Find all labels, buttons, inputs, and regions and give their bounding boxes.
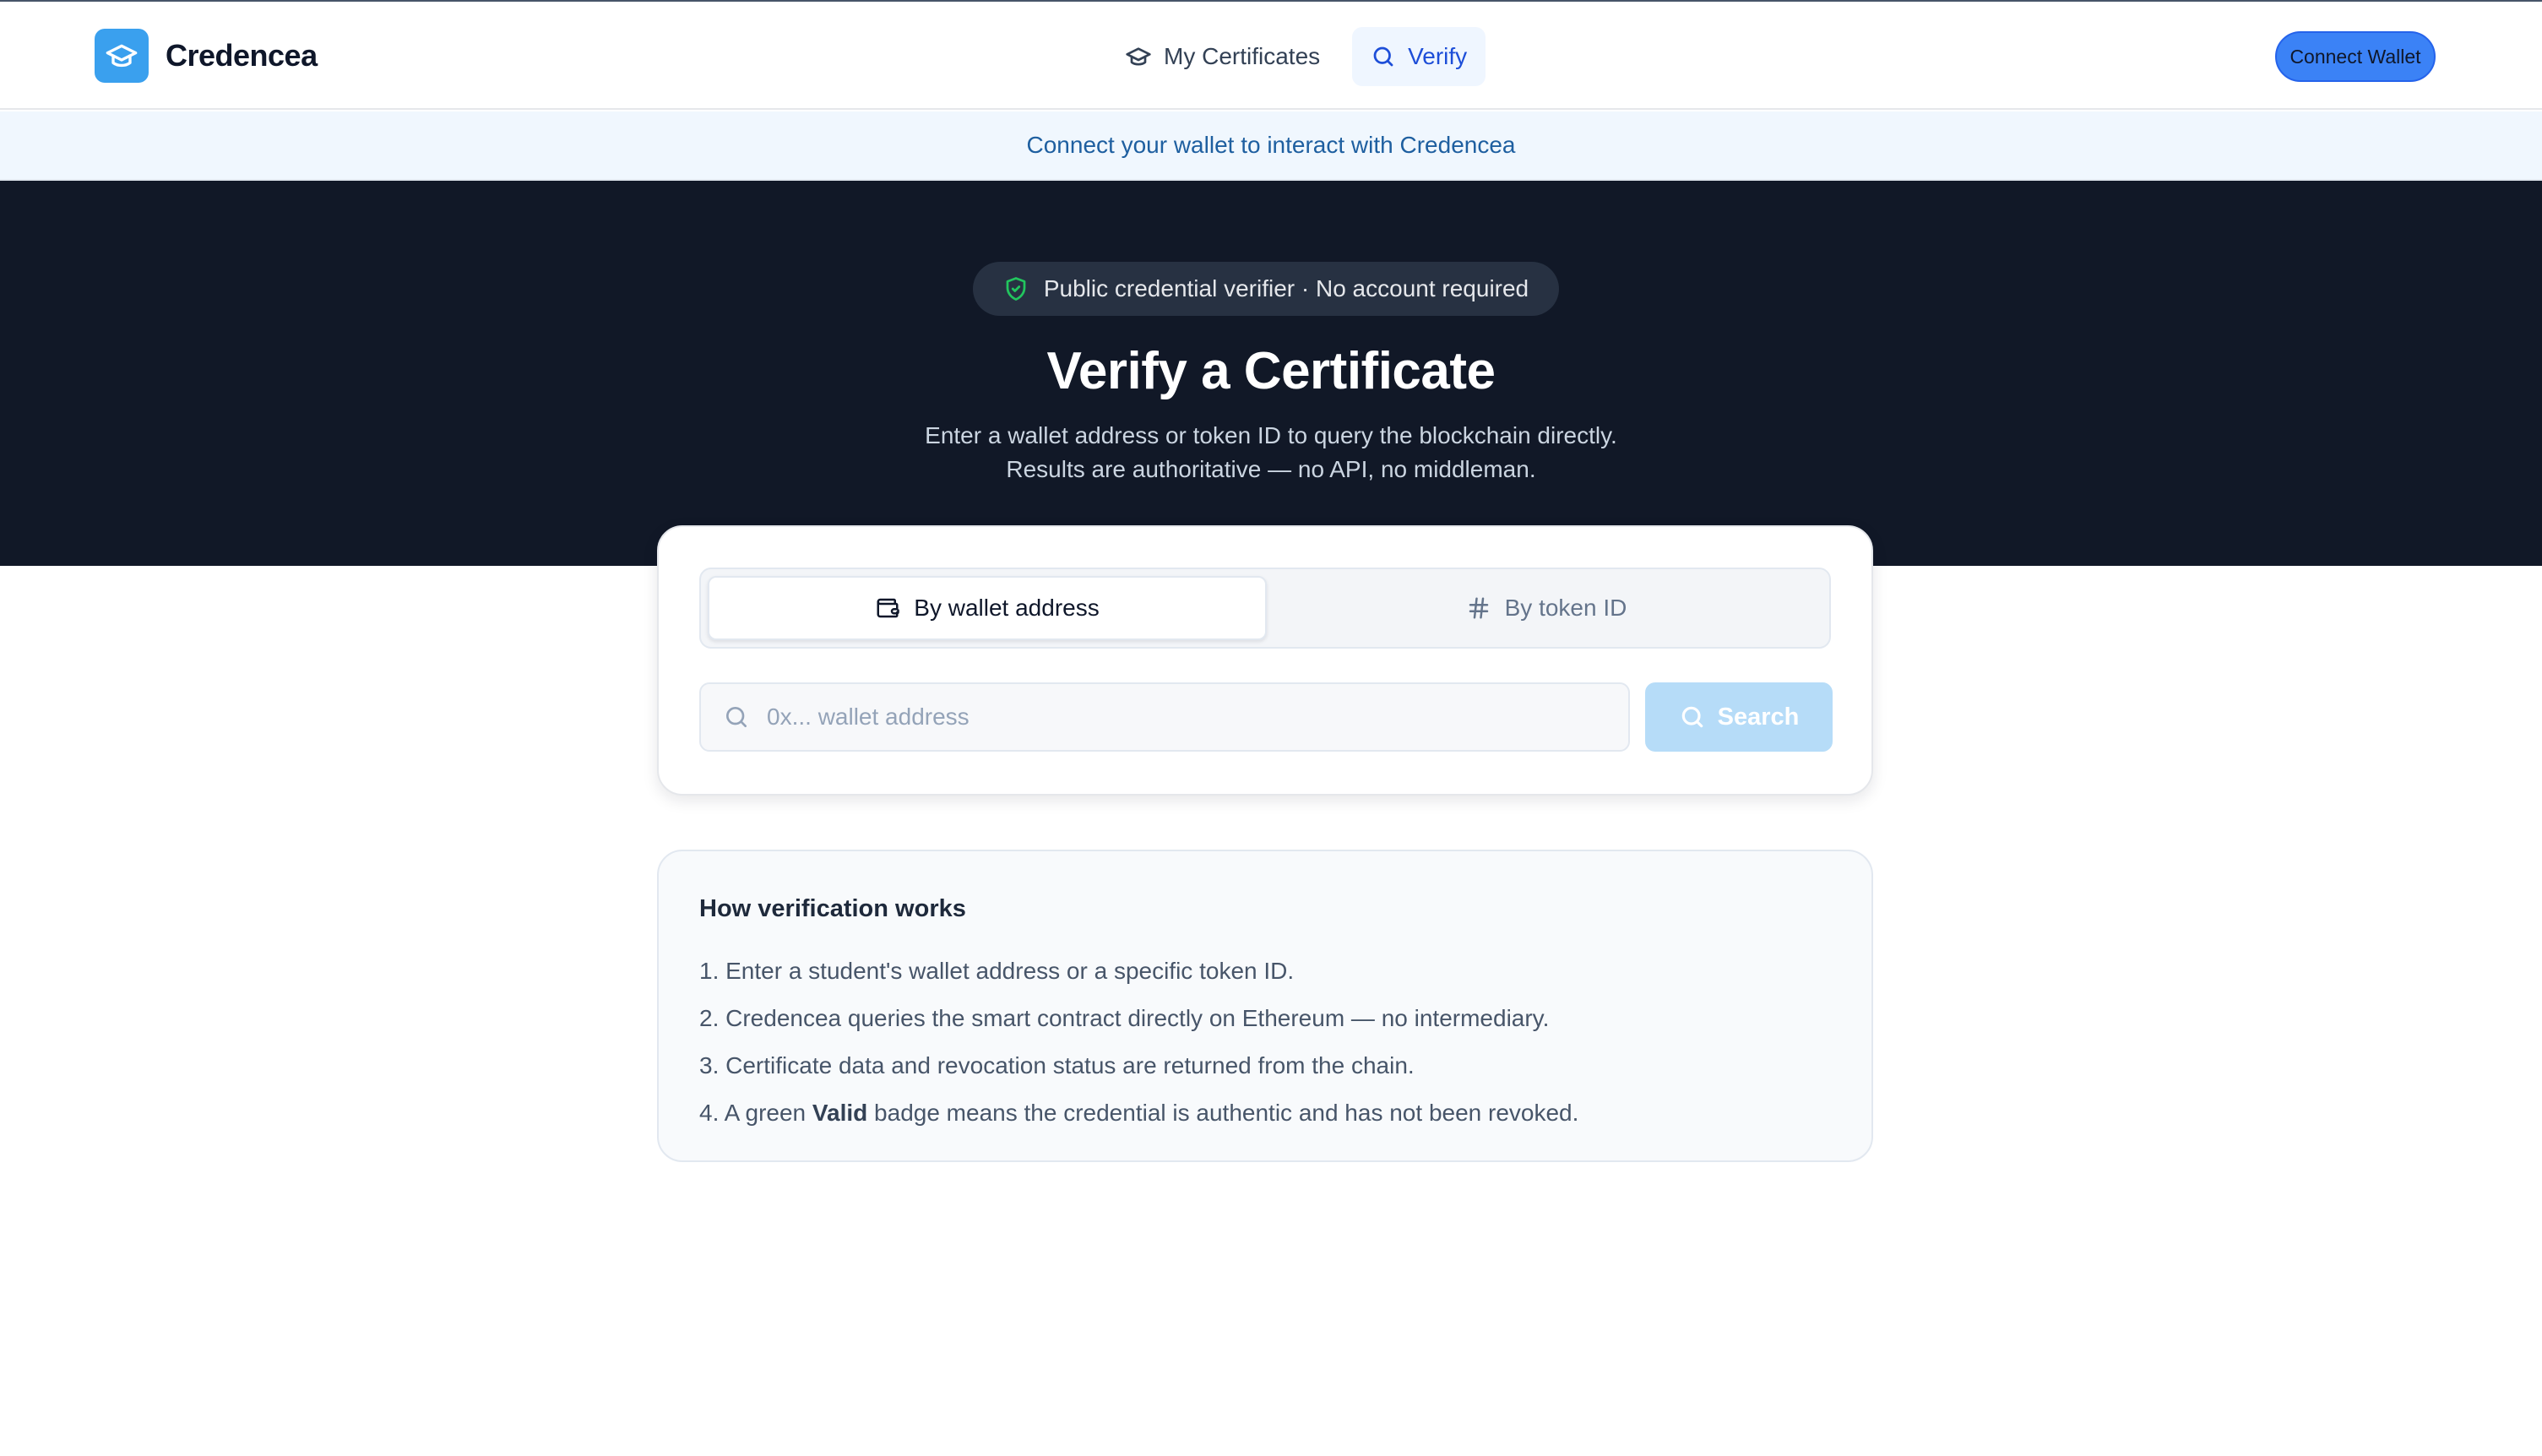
wallet-icon [875,595,900,621]
top-header: Credencea My Certificates Verify Connect… [0,2,2542,110]
brand[interactable]: Credencea [95,29,318,83]
verifier-badge: Public credential verifier · No account … [973,262,1559,316]
wallet-address-input[interactable] [767,704,1578,731]
nav-my-certificates[interactable]: My Certificates [1106,27,1339,86]
graduation-cap-logo-icon [95,29,149,83]
graduation-cap-icon [1125,43,1152,70]
wallet-search-field[interactable] [699,682,1630,752]
wallet-notice-bar: Connect your wallet to interact with Cre… [0,111,2542,181]
search-mode-tabs: By wallet address By token ID [699,568,1831,649]
tab-token-id-label: By token ID [1504,595,1627,621]
step-4-prefix: 4. A green [699,1100,812,1126]
wallet-notice-text: Connect your wallet to interact with Cre… [1026,132,1516,158]
page-title: Verify a Certificate [1046,342,1496,400]
connect-wallet-button[interactable]: Connect Wallet [2275,31,2436,82]
search-icon [1679,704,1706,731]
subtitle-line-1: Enter a wallet address or token ID to qu… [925,422,1617,448]
nav-my-certificates-label: My Certificates [1164,43,1321,69]
step-item: 3. Certificate data and revocation statu… [699,1052,1415,1078]
tab-token-id[interactable]: By token ID [1267,576,1826,640]
main-nav: My Certificates Verify [1106,27,1486,86]
nav-verify-label: Verify [1408,43,1468,69]
tab-wallet-address-label: By wallet address [914,595,1100,621]
brand-name: Credencea [166,38,318,73]
how-it-works-card: How verification works 1. Enter a studen… [657,850,1873,1162]
verifier-badge-text: Public credential verifier · No account … [1043,275,1529,302]
step-item: 1. Enter a student's wallet address or a… [699,958,1295,984]
tab-wallet-address[interactable]: By wallet address [708,576,1267,640]
step-item: 4. A green Valid badge means the credent… [699,1089,1578,1137]
hash-icon [1466,595,1491,621]
search-button-label: Search [1717,703,1800,731]
step-item: 2. Credencea queries the smart contract … [699,1005,1550,1031]
search-icon [723,704,750,731]
hero-section: Public credential verifier · No account … [0,181,2542,566]
subtitle-line-2: Results are authoritative — no API, no m… [1006,456,1536,482]
valid-keyword: Valid [812,1100,868,1126]
step-4-suffix: badge means the credential is authentic … [867,1100,1579,1126]
how-it-works-steps: 1. Enter a student's wallet address or a… [699,948,1578,1137]
search-icon [1371,44,1396,69]
page-subtitle: Enter a wallet address or token ID to qu… [0,419,2542,486]
shield-check-icon [1003,276,1029,302]
nav-verify[interactable]: Verify [1352,27,1486,86]
search-button[interactable]: Search [1645,682,1833,752]
how-it-works-title: How verification works [699,895,966,922]
search-card: By wallet address By token ID Search [657,525,1873,796]
